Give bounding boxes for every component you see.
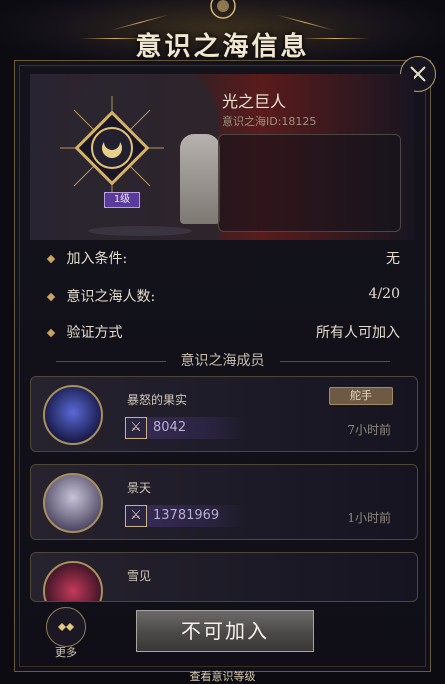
guild-id: 意识之海ID:18125 bbox=[222, 115, 317, 128]
member-power: ⚔ 8042 bbox=[125, 417, 245, 439]
more-label: 更多 bbox=[55, 646, 77, 659]
member-power: ⚔ 13781969 bbox=[125, 505, 245, 527]
diamond-bullet-icon bbox=[46, 292, 56, 302]
bottom-hint-text: 查看意识等级 bbox=[189, 670, 256, 683]
avatar bbox=[43, 473, 103, 533]
member-name: 景天 bbox=[127, 481, 152, 495]
member-card[interactable]: 暴怒的果实 舵手 ⚔ 8042 7小时前 bbox=[30, 376, 418, 452]
power-value: 8042 bbox=[153, 420, 187, 435]
diamond-bullet-icon bbox=[46, 328, 56, 338]
avatar bbox=[43, 561, 103, 601]
more-dots-icon bbox=[58, 623, 74, 631]
member-last-online: 1小时前 bbox=[347, 511, 391, 525]
member-name: 暴怒的果实 bbox=[127, 393, 188, 407]
info-label: 验证方式 bbox=[66, 325, 123, 341]
member-last-online: 7小时前 bbox=[347, 423, 391, 437]
sun-crest-icon bbox=[210, 0, 236, 19]
info-row-member-count: 意识之海人数: 4/20 bbox=[46, 286, 400, 308]
diamond-bullet-icon bbox=[46, 254, 56, 264]
guild-level-badge: 1级 bbox=[104, 192, 140, 208]
crossed-swords-icon: ⚔ bbox=[125, 417, 147, 439]
guild-description-box bbox=[218, 134, 401, 232]
crossed-swords-icon: ⚔ bbox=[125, 505, 147, 527]
join-button[interactable]: 不可加入 bbox=[136, 610, 314, 652]
banner-hand bbox=[180, 134, 220, 224]
member-card[interactable]: 雪见 bbox=[30, 552, 418, 602]
dialog-title: 意识之海信息 bbox=[135, 32, 310, 62]
info-label: 意识之海人数: bbox=[66, 289, 156, 305]
info-value: 所有人可加入 bbox=[316, 325, 400, 341]
info-label: 加入条件: bbox=[66, 251, 128, 267]
info-value: 无 bbox=[386, 251, 400, 267]
guild-name: 光之巨人 bbox=[222, 92, 287, 111]
power-value: 13781969 bbox=[153, 508, 220, 523]
info-value: 4/20 bbox=[368, 286, 400, 302]
info-row-verification: 验证方式 所有人可加入 bbox=[46, 322, 400, 344]
member-role-badge: 舵手 bbox=[329, 387, 393, 405]
guild-emblem-icon bbox=[60, 96, 164, 200]
info-row-join-condition: 加入条件: 无 bbox=[46, 248, 400, 270]
members-section-title: 意识之海成员 bbox=[180, 353, 265, 369]
member-name: 雪见 bbox=[127, 569, 152, 583]
avatar bbox=[43, 385, 103, 445]
emblem-pedestal bbox=[88, 226, 192, 236]
more-button[interactable] bbox=[46, 607, 86, 647]
member-card[interactable]: 景天 ⚔ 13781969 1小时前 bbox=[30, 464, 418, 540]
